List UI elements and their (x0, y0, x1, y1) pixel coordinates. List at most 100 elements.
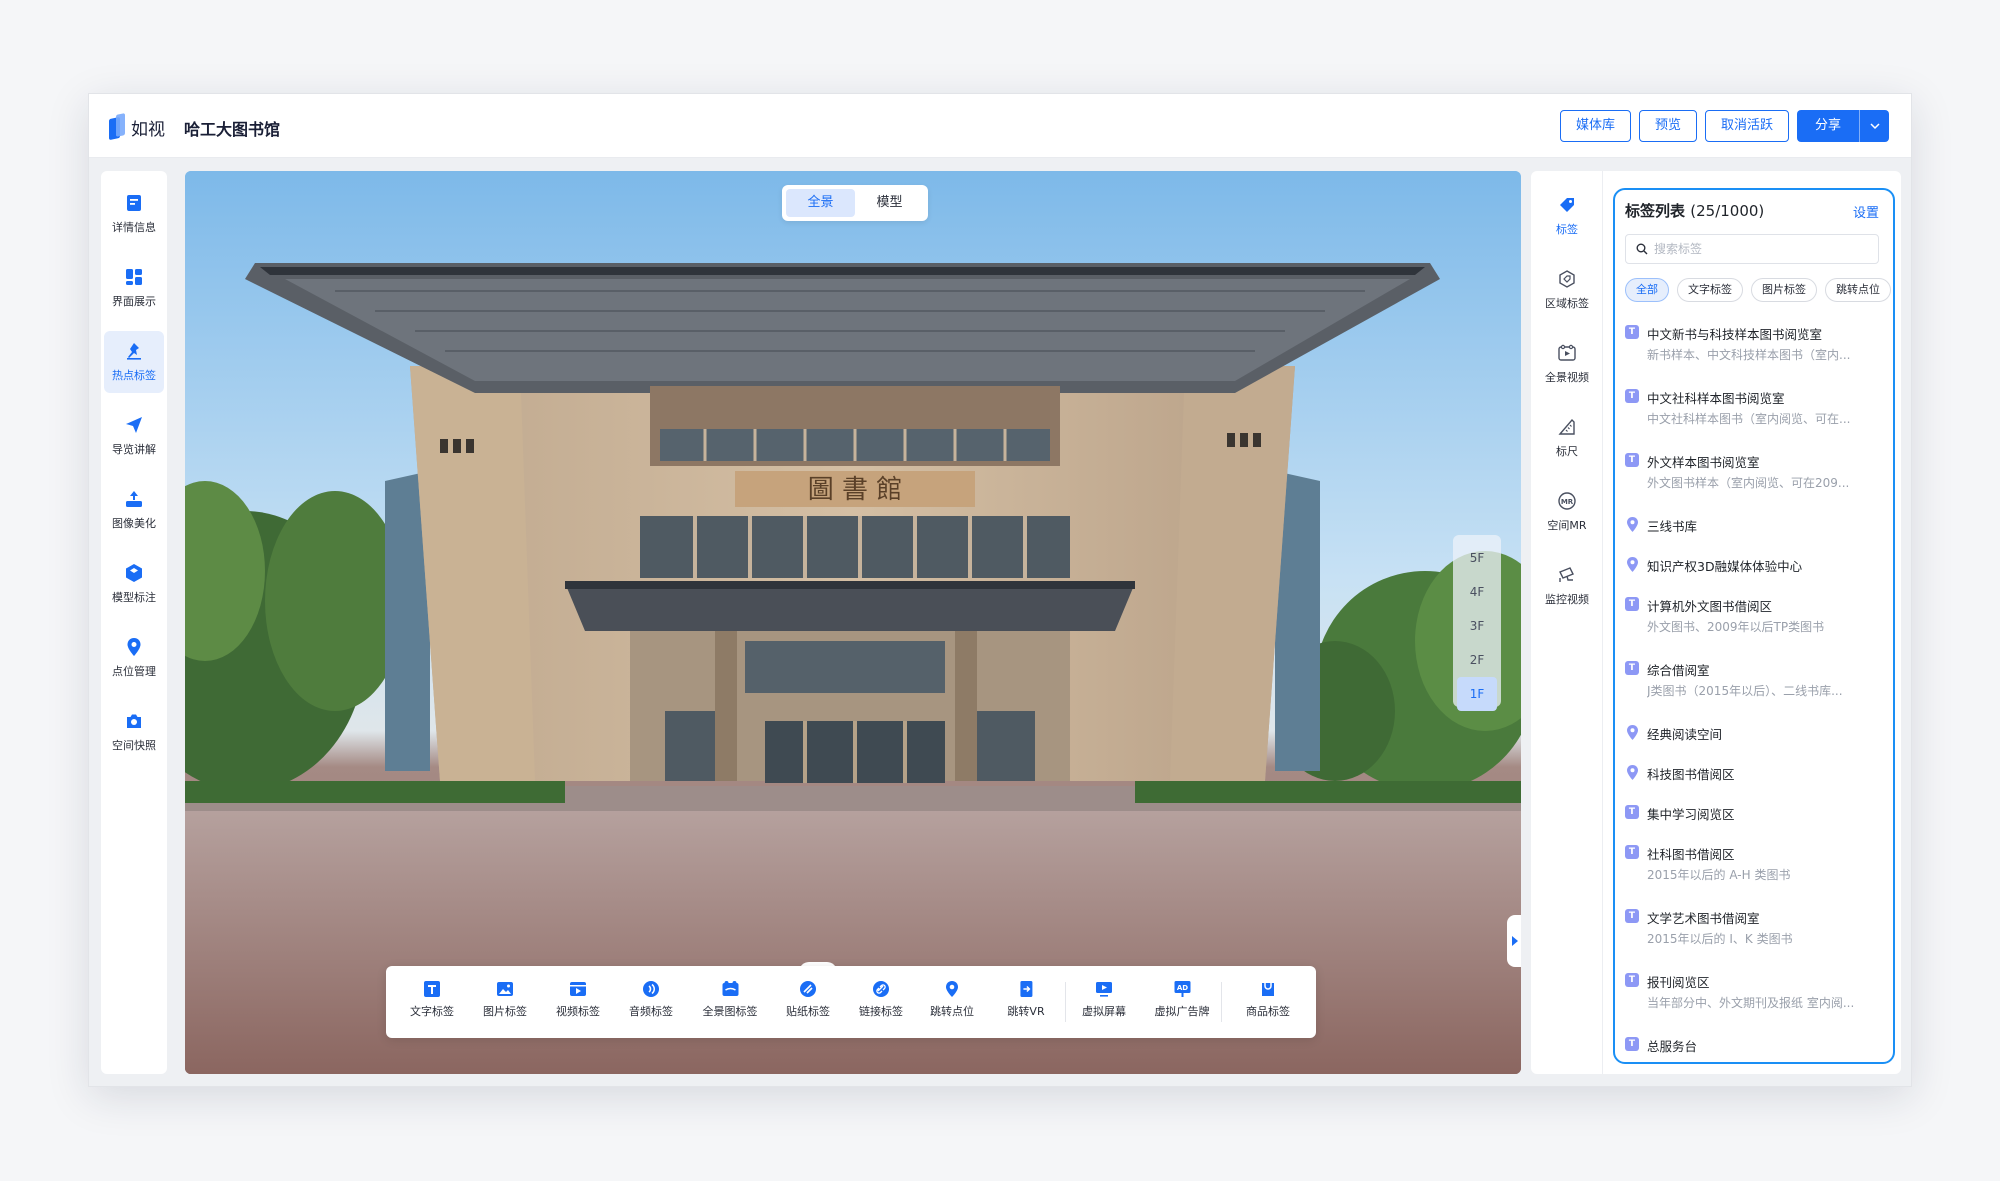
floor-3f[interactable]: 3F (1457, 609, 1497, 643)
floor-2f[interactable]: 2F (1457, 643, 1497, 677)
floor-selector: 5F 4F 3F 2F 1F (1453, 535, 1501, 711)
share-button[interactable]: 分享 (1797, 110, 1859, 142)
filter-chip-image-tags[interactable]: 图片标签 (1751, 278, 1817, 302)
area-tag-icon (1559, 270, 1575, 288)
tag-list-settings-link[interactable]: 设置 (1853, 202, 1879, 221)
image-tag-icon (497, 982, 513, 996)
nav-item-details[interactable]: 详情信息 (104, 183, 164, 245)
tool-panorama-tag[interactable]: 全景图标签 (703, 980, 758, 1019)
nav-item-image-beautify[interactable]: 图像美化 (104, 479, 164, 541)
text-tag-icon: T (1625, 661, 1639, 675)
top-bar: 如视 哈工大图书馆 媒体库 预览 取消活跃 分享 (89, 94, 1911, 158)
tool-image-tag[interactable]: 图片标签 (483, 980, 527, 1019)
text-tag-icon: T (1625, 909, 1639, 923)
preview-button[interactable]: 预览 (1638, 110, 1697, 142)
floor-4f[interactable]: 4F (1457, 575, 1497, 609)
tool-video-tag[interactable]: 视频标签 (556, 980, 600, 1019)
model-cube-icon (126, 564, 142, 582)
right-nav-ruler[interactable]: 标尺 (1531, 417, 1603, 459)
tool-product-tag[interactable]: 商品标签 (1246, 980, 1290, 1019)
floor-5f[interactable]: 5F (1457, 541, 1497, 575)
tag-title: 计算机外文图书借阅区 (1647, 599, 1773, 614)
tag-title: 科技图书借阅区 (1647, 767, 1735, 782)
tag-search-input[interactable] (1654, 242, 1854, 256)
building-panorama-image: 圖 書 館 (185, 171, 1521, 1074)
tag-subtitle: 新书样本、中文科技样本图书（室内... (1647, 348, 1851, 362)
panel-collapse-toggle[interactable] (1507, 915, 1521, 967)
tool-label: 文字标签 (410, 1005, 454, 1018)
tag-subtitle: 当年部分中、外文期刊及报纸 室内阅... (1647, 996, 1855, 1010)
tool-link-tag[interactable]: 链接标签 (859, 980, 903, 1019)
tag-icon (1560, 198, 1574, 212)
right-nav-surveillance-video[interactable]: 监控视频 (1531, 565, 1603, 607)
details-icon (127, 195, 141, 211)
chevron-down-icon (1869, 123, 1880, 130)
nav-item-point-management[interactable]: 点位管理 (104, 627, 164, 689)
filter-chip-text-tags[interactable]: 文字标签 (1677, 278, 1743, 302)
tool-virtual-billboard[interactable]: AD 虚拟广告牌 (1155, 980, 1210, 1019)
video-tag-icon (570, 982, 586, 996)
deactivate-button[interactable]: 取消活跃 (1704, 110, 1789, 142)
ruler-icon (1558, 418, 1575, 435)
nav-label: 热点标签 (112, 369, 156, 382)
floor-1f[interactable]: 1F (1457, 677, 1497, 711)
filter-chip-jump-points[interactable]: 跳转点位 (1825, 278, 1891, 302)
header-actions: 媒体库 预览 取消活跃 分享 (1559, 110, 1889, 142)
logo-mark-icon (109, 114, 125, 140)
view-mode-model[interactable]: 模型 (855, 189, 924, 217)
hotspot-tag-toolbar: 文字标签 图片标签 视频标签 音频标签 全景图标签 贴纸标签 链接标签 跳转点位… (386, 966, 1316, 1038)
nav-label: 导览讲解 (112, 443, 156, 456)
send-icon (126, 417, 142, 433)
filter-chip-all[interactable]: 全部 (1625, 278, 1669, 302)
right-nav-space-mr[interactable]: MR 空间MR (1531, 491, 1603, 533)
tool-text-tag[interactable]: 文字标签 (410, 980, 454, 1019)
product-tag-icon (1262, 983, 1274, 996)
tool-label: 音频标签 (629, 1005, 673, 1018)
share-split-button: 分享 (1796, 110, 1889, 142)
location-pin-icon (127, 638, 141, 656)
tag-filter-chips: 全部 文字标签 图片标签 跳转点位 (1625, 278, 1891, 302)
tag-search-box[interactable] (1625, 234, 1879, 264)
share-dropdown-toggle[interactable] (1859, 110, 1889, 142)
nav-item-model-annotation[interactable]: 模型标注 (104, 553, 164, 615)
tool-label: 商品标签 (1246, 1005, 1290, 1018)
tag-title: 知识产权3D融媒体体验中心 (1647, 559, 1803, 574)
tool-sticker-tag[interactable]: 贴纸标签 (786, 980, 830, 1019)
tool-label: 虚拟屏幕 (1082, 1005, 1126, 1018)
view-mode-panorama[interactable]: 全景 (786, 189, 855, 217)
camera-icon (127, 714, 141, 728)
right-nav-label: 区域标签 (1545, 297, 1589, 310)
location-pin-icon (1627, 517, 1638, 532)
nav-label: 图像美化 (112, 517, 156, 530)
tool-jump-point[interactable]: 跳转点位 (930, 980, 974, 1019)
app-logo[interactable]: 如视 (109, 114, 165, 140)
tag-subtitle: 外文图书、2009年以后TP类图书 (1647, 620, 1825, 634)
tool-label: 跳转VR (1007, 1005, 1045, 1018)
toolbar-divider (1065, 982, 1066, 1022)
tool-audio-tag[interactable]: 音频标签 (629, 980, 673, 1019)
tool-label: 视频标签 (556, 1005, 600, 1018)
nav-item-layout[interactable]: 界面展示 (104, 257, 164, 319)
text-tag-icon: T (1625, 453, 1639, 467)
nav-item-hotspot-tags[interactable]: 热点标签 (104, 331, 164, 393)
right-nav-label: 全景视频 (1545, 371, 1589, 384)
tool-label: 全景图标签 (702, 1005, 758, 1018)
nav-label: 界面展示 (112, 295, 156, 308)
right-nav-panorama-video[interactable]: 全景视频 (1531, 343, 1603, 385)
tool-virtual-screen[interactable]: 虚拟屏幕 (1082, 980, 1126, 1019)
panorama-video-icon (1558, 344, 1576, 361)
tool-label: 链接标签 (859, 1005, 903, 1018)
right-nav-tags[interactable]: 标签 (1531, 195, 1603, 237)
tool-jump-vr[interactable]: 跳转VR (1007, 980, 1045, 1019)
panorama-viewer[interactable]: 圖 書 館 全景 模型 5F 4F 3F 2F 1F 文字标签 图片标签 视频标… (185, 171, 1521, 1074)
project-title: 哈工大图书馆 (184, 120, 281, 139)
nav-item-guided-tour[interactable]: 导览讲解 (104, 405, 164, 467)
tag-subtitle: 2015年以后的 A-H 类图书 (1647, 868, 1791, 882)
text-tag-icon: T (1625, 597, 1639, 611)
logo-text: 如视 (131, 119, 165, 140)
right-nav-area-tags[interactable]: 区域标签 (1531, 269, 1603, 311)
tag-title: 文学艺术图书借阅室 (1647, 911, 1760, 926)
image-beautify-icon (126, 491, 142, 507)
media-library-button[interactable]: 媒体库 (1559, 110, 1631, 142)
nav-item-space-snapshot[interactable]: 空间快照 (104, 701, 164, 763)
